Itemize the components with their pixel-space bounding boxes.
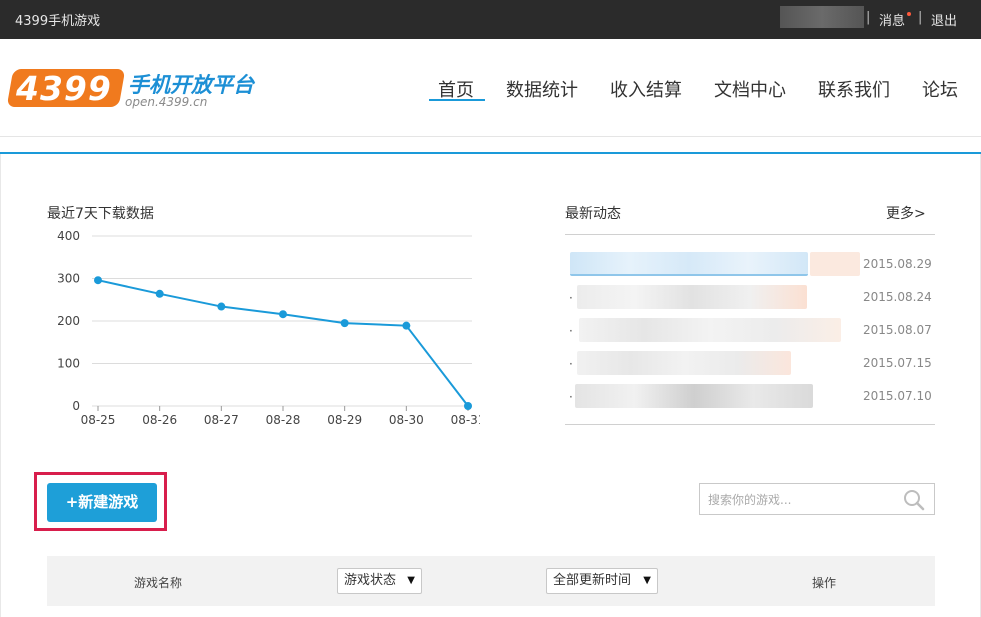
y-tick-label: 100 [57, 357, 80, 371]
search-box[interactable] [699, 483, 935, 515]
news-item[interactable]: · 2015.08.24 [565, 285, 935, 313]
games-table-header: 游戏名称 游戏状态 ▼ 全部更新时间 ▼ 操作 [47, 556, 935, 606]
separator: | [866, 10, 871, 25]
news-bullet: · [569, 324, 573, 338]
news-date: 2015.07.10 [863, 389, 932, 403]
messages-link[interactable]: 消息 [879, 10, 905, 29]
x-tick-label: 08-27 [204, 413, 239, 427]
topbar-brand[interactable]: 4399手机游戏 [15, 10, 100, 29]
news-bullet: · [569, 390, 573, 404]
search-icon[interactable] [902, 489, 926, 511]
col-operations: 操作 [812, 576, 837, 590]
update-time-select[interactable]: 全部更新时间 ▼ [546, 568, 658, 594]
nav-forum[interactable]: 论坛 [922, 76, 958, 102]
downloads-series-line [97, 279, 469, 407]
news-item[interactable]: · 2015.07.10 [565, 384, 935, 412]
new-game-button[interactable]: +新建游戏 [47, 483, 157, 522]
data-point [340, 319, 349, 328]
site-header: 4399 手机开放平台 open.4399.cn 首页 数据统计 收入结算 文档… [0, 39, 981, 137]
col-game-name: 游戏名称 [134, 576, 183, 590]
data-point [94, 276, 102, 285]
search-input[interactable] [708, 490, 898, 510]
news-title-redacted[interactable] [575, 384, 813, 408]
news-date: 2015.08.07 [863, 323, 932, 337]
news-item[interactable]: · 2015.08.07 [565, 318, 935, 346]
data-point [402, 321, 411, 330]
data-point [217, 302, 226, 311]
news-bullet: · [569, 291, 573, 305]
x-tick-label: 08-29 [327, 413, 362, 427]
news-date: 2015.07.15 [863, 356, 932, 370]
x-tick-label: 08-28 [266, 413, 301, 427]
data-point [279, 310, 287, 319]
y-tick-label: 400 [57, 229, 80, 243]
nav-statistics[interactable]: 数据统计 [506, 76, 578, 102]
chevron-down-icon: ▼ [643, 575, 651, 586]
news-title-redacted[interactable] [577, 285, 807, 309]
news-title-redacted[interactable] [577, 351, 791, 375]
logo-number[interactable]: 4399 [16, 69, 112, 108]
news-date: 2015.08.29 [863, 257, 932, 271]
nav-contact[interactable]: 联系我们 [818, 76, 890, 102]
news-item[interactable]: · 2015.07.15 [565, 351, 935, 379]
nav-active-underline [429, 99, 485, 101]
data-point [464, 402, 472, 410]
news-title: 最新动态 [565, 206, 621, 222]
chevron-down-icon: ▼ [407, 575, 415, 586]
x-tick-label: 08-26 [142, 413, 177, 427]
nav-docs[interactable]: 文档中心 [714, 76, 786, 102]
news-more-link[interactable]: 更多> [886, 203, 926, 223]
news-title-redacted[interactable] [570, 252, 808, 276]
x-tick-label: 08-30 [389, 413, 424, 427]
news-title-redacted[interactable] [579, 318, 841, 342]
username-redacted[interactable] [780, 6, 864, 28]
news-bullet: · [569, 357, 573, 371]
nav-settlement[interactable]: 收入结算 [610, 76, 682, 102]
x-tick-label: 08-31 [451, 413, 480, 427]
y-tick-label: 200 [57, 314, 80, 328]
logo-subtitle: open.4399.cn [125, 95, 208, 109]
news-item[interactable]: 2015.08.29 [565, 252, 935, 280]
news-date: 2015.08.24 [863, 290, 932, 304]
status-select[interactable]: 游戏状态 ▼ [337, 568, 422, 594]
downloads-title: 最近7天下载数据 [47, 206, 154, 222]
update-time-select-value: 全部更新时间 [553, 573, 632, 588]
data-point [155, 289, 164, 298]
top-bar: 4399手机游戏 | 消息 | 退出 [0, 0, 981, 39]
news-divider-bottom [565, 424, 935, 425]
downloads-line-chart: 0 100 200 300 400 08-25 08-26 08-27 08-28 08-29 08… [57, 229, 480, 427]
status-select-value: 游戏状态 [344, 573, 397, 588]
x-tick-label: 08-25 [81, 413, 116, 427]
separator: | [918, 10, 923, 25]
notification-dot-icon [907, 12, 911, 16]
news-divider-top [565, 234, 935, 235]
y-tick-label: 300 [57, 272, 80, 286]
y-tick-label: 0 [72, 399, 80, 413]
logout-link[interactable]: 退出 [931, 10, 957, 29]
news-tag-redacted [810, 252, 860, 276]
